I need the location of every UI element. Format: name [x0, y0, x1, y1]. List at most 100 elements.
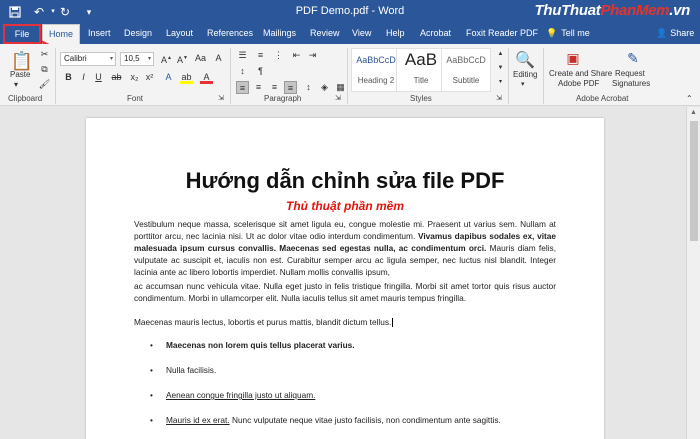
paragraph-group-label: Paragraph: [264, 94, 302, 103]
tab-acrobat[interactable]: Acrobat: [414, 24, 457, 44]
increase-indent-icon[interactable]: ⇥: [306, 49, 319, 62]
create-pdf-icon[interactable]: ▣: [562, 48, 584, 68]
bullet-icon: •: [150, 415, 153, 425]
clear-formatting-icon[interactable]: A: [212, 52, 225, 65]
tell-me-label: Tell me: [561, 28, 590, 38]
subscript-icon[interactable]: x₂: [128, 71, 141, 84]
sort-icon[interactable]: ↕: [236, 65, 249, 78]
paste-label[interactable]: Paste: [10, 70, 30, 79]
strikethrough-icon[interactable]: ab: [110, 71, 123, 84]
editing-label[interactable]: Editing: [513, 70, 537, 79]
bullet-icon: •: [150, 390, 153, 400]
font-group-label: Font: [127, 94, 144, 103]
paragraph-2: Maecenas mauris lectus, lobortis et puru…: [134, 317, 394, 328]
acrobat-group-label: Adobe Acrobat: [576, 94, 629, 103]
scroll-up-icon[interactable]: ▲: [690, 109, 698, 116]
ribbon-tabs: File Home Insert Design Layout Reference…: [0, 24, 700, 44]
group-divider: [230, 48, 231, 104]
tab-foxit-reader-pdf[interactable]: Foxit Reader PDF: [460, 24, 544, 44]
justify-icon[interactable]: ≡: [284, 81, 297, 94]
show-formatting-icon[interactable]: ¶: [254, 65, 267, 78]
request-signatures-icon[interactable]: ✎: [622, 48, 644, 68]
styles-more-icon[interactable]: ▾: [494, 76, 507, 89]
watermark-logo: ThuThuatPhanMem.vn: [534, 2, 691, 19]
styles-scroll-down-icon[interactable]: ▼: [494, 62, 507, 75]
grow-font-icon[interactable]: A▲: [160, 52, 173, 65]
borders-icon[interactable]: ▦: [334, 81, 347, 94]
cut-icon[interactable]: ✂: [38, 48, 51, 61]
font-name-box[interactable]: Calibri ▾: [60, 52, 116, 66]
group-divider: [347, 48, 348, 104]
font-size-box[interactable]: 10,5 ▾: [120, 52, 154, 66]
tab-view[interactable]: View: [346, 24, 377, 44]
multilevel-list-icon[interactable]: ⋮: [272, 49, 285, 62]
styles-scroll-up-icon[interactable]: ▲: [494, 48, 507, 61]
tab-home[interactable]: Home: [42, 24, 81, 44]
font-color-icon[interactable]: A: [200, 71, 213, 84]
list-item: Mauris id ex erat. Nunc vulputate neque …: [166, 415, 501, 425]
paste-dropdown-icon[interactable]: ▾: [14, 80, 18, 89]
font-name-value: Calibri: [64, 54, 87, 63]
decrease-indent-icon[interactable]: ⇤: [290, 49, 303, 62]
share-button[interactable]: 👤 Share: [650, 24, 700, 44]
tab-review[interactable]: Review: [304, 24, 346, 44]
lightbulb-icon: 💡: [546, 28, 558, 38]
style-title[interactable]: AaB Title: [396, 48, 446, 92]
line-spacing-icon[interactable]: ↕: [302, 81, 315, 94]
style-sample: AaBbCcD: [446, 55, 486, 65]
superscript-icon[interactable]: x²: [143, 71, 156, 84]
list-item: Maecenas non lorem quis tellus placerat …: [166, 340, 355, 350]
format-painter-icon[interactable]: 🖌: [38, 78, 51, 91]
style-subtitle[interactable]: AaBbCcD Subtitle: [441, 48, 491, 92]
tab-layout[interactable]: Layout: [160, 24, 199, 44]
shading-icon[interactable]: ◈: [318, 81, 331, 94]
shrink-font-icon[interactable]: A▼: [176, 52, 189, 65]
font-dialog-launcher-icon[interactable]: ⇲: [218, 94, 224, 102]
highlight-icon[interactable]: ab: [180, 71, 193, 84]
share-label: Share: [670, 28, 695, 38]
create-share-pdf-line2[interactable]: Adobe PDF: [558, 79, 599, 88]
tab-mailings[interactable]: Mailings: [257, 24, 302, 44]
person-icon: 👤: [656, 28, 668, 38]
font-size-value: 10,5: [124, 54, 140, 63]
paragraph-dialog-launcher-icon[interactable]: ⇲: [335, 94, 341, 102]
align-right-icon[interactable]: ≡: [268, 81, 281, 94]
bullets-icon[interactable]: ☰: [236, 49, 249, 62]
scroll-thumb[interactable]: [690, 121, 698, 241]
text-effects-icon[interactable]: A: [162, 71, 175, 84]
group-divider: [508, 48, 509, 104]
ribbon: 📋 Paste ▾ ✂ ⧉ 🖌 Clipboard Calibri ▾ 10,5 ▾…: [0, 44, 700, 106]
underline-icon[interactable]: U: [92, 71, 105, 84]
editing-icon[interactable]: 🔍: [513, 50, 537, 72]
document-title: Hướng dẫn chỉnh sửa file PDF: [185, 168, 505, 193]
document-page[interactable]: Hướng dẫn chỉnh sửa file PDF Thủ thuật p…: [86, 118, 604, 439]
request-signatures-line2[interactable]: Signatures: [612, 79, 650, 88]
tab-references[interactable]: References: [201, 24, 259, 44]
clipboard-group-label: Clipboard: [8, 94, 43, 103]
styles-dialog-launcher-icon[interactable]: ⇲: [496, 94, 502, 102]
styles-group-label: Styles: [410, 94, 432, 103]
request-signatures-line1[interactable]: Request: [615, 69, 645, 78]
paragraph-1-continued: ac accumsan nunc vehicula vitae. Nulla e…: [134, 281, 556, 303]
tab-design[interactable]: Design: [118, 24, 158, 44]
align-center-icon[interactable]: ≡: [252, 81, 265, 94]
create-share-pdf-line1[interactable]: Create and Share: [549, 69, 612, 78]
editing-dropdown-icon[interactable]: ▾: [521, 80, 525, 88]
bullet-icon: •: [150, 365, 153, 375]
change-case-icon[interactable]: Aa: [194, 52, 207, 65]
style-heading-2[interactable]: AaBbCcD Heading 2: [351, 48, 401, 92]
tab-help[interactable]: Help: [380, 24, 411, 44]
align-left-icon[interactable]: ≡: [236, 81, 249, 94]
italic-icon[interactable]: I: [77, 71, 90, 84]
tab-insert[interactable]: Insert: [82, 24, 117, 44]
numbering-icon[interactable]: ≡: [254, 49, 267, 62]
list-item: Nulla facilisis.: [166, 365, 217, 375]
copy-icon[interactable]: ⧉: [38, 63, 51, 76]
style-sample: AaBbCcD: [356, 55, 396, 65]
bold-icon[interactable]: B: [62, 71, 75, 84]
tab-file[interactable]: File: [3, 24, 41, 44]
vertical-scrollbar[interactable]: ▲: [686, 107, 700, 439]
collapse-ribbon-icon[interactable]: ⌃: [686, 94, 693, 103]
tell-me-box[interactable]: 💡 Tell me: [540, 24, 596, 44]
text-cursor: [392, 318, 394, 328]
